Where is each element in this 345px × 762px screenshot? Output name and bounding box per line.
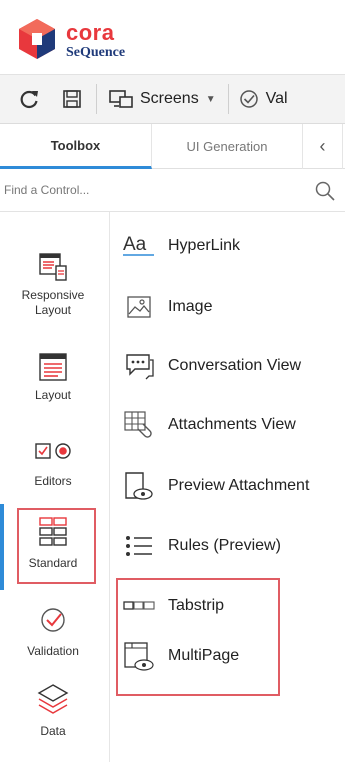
category-editors[interactable]: Editors	[0, 440, 106, 489]
category-responsive-layout[interactable]: Responsive Layout	[0, 252, 106, 318]
toolbar-divider	[227, 84, 229, 114]
control-multipage[interactable]: MultiPage	[122, 636, 345, 676]
toolbar-divider	[96, 84, 97, 114]
refresh-button[interactable]	[6, 81, 52, 117]
control-label: Conversation View	[168, 357, 302, 374]
category-rail: Responsive Layout Layout Editors Standar…	[0, 212, 110, 762]
category-label: Responsive Layout	[21, 288, 85, 317]
category-label: Layout	[34, 388, 72, 402]
data-icon	[37, 684, 69, 714]
control-list: Aa HyperLink Image Conversation View Att…	[110, 212, 345, 762]
category-label: Validation	[27, 644, 79, 658]
chevron-left-icon: ‹	[319, 136, 326, 156]
editors-icon	[35, 443, 71, 459]
multipage-icon	[122, 639, 156, 673]
chevron-down-icon: ▼	[205, 93, 216, 105]
category-label: Standard	[28, 556, 78, 570]
screens-icon	[109, 90, 133, 108]
rules-icon	[122, 529, 156, 563]
control-label: Attachments View	[168, 416, 296, 433]
search-icon[interactable]	[314, 180, 336, 202]
brand-name: cora	[66, 20, 115, 45]
screens-label: Screens	[140, 90, 199, 107]
brand-subname: SeQuence	[66, 45, 126, 60]
tabstrip-icon	[122, 589, 156, 623]
control-hyperlink[interactable]: Aa HyperLink	[122, 226, 345, 266]
layout-icon	[39, 353, 67, 381]
control-image[interactable]: Image	[122, 287, 345, 327]
validate-label: Val	[265, 90, 288, 107]
category-label: Editors	[34, 474, 72, 488]
category-label: Data	[40, 724, 66, 738]
control-label: MultiPage	[168, 647, 240, 664]
check-circle-icon	[239, 90, 258, 108]
app-header: cora SeQuence	[0, 0, 345, 74]
tab-ui-generation[interactable]: UI Generation	[152, 124, 303, 169]
category-data[interactable]: Data	[0, 682, 106, 739]
tab-ui-generation-label: UI Generation	[186, 139, 268, 154]
control-label: Preview Attachment	[168, 477, 310, 494]
control-label: Tabstrip	[168, 597, 225, 614]
control-conversation-view[interactable]: Conversation View	[122, 346, 345, 386]
conversation-view-icon	[122, 349, 156, 383]
tab-toolbox-label: Toolbox	[50, 137, 101, 153]
cora-logo-icon	[19, 19, 55, 59]
tab-scroll-left-button[interactable]: ‹	[303, 124, 343, 169]
save-button[interactable]	[52, 81, 92, 117]
image-icon	[122, 290, 156, 324]
save-icon	[63, 90, 81, 108]
responsive-layout-icon	[39, 253, 67, 281]
screens-dropdown[interactable]: Screens ▼	[101, 81, 224, 117]
control-preview-attachment[interactable]: Preview Attachment	[122, 466, 345, 506]
control-label: HyperLink	[168, 237, 241, 254]
search-input[interactable]	[0, 170, 300, 210]
control-label: Rules (Preview)	[168, 537, 281, 554]
validation-icon	[41, 608, 65, 632]
control-search	[0, 170, 345, 212]
svg-text:Aa: Aa	[123, 234, 147, 255]
preview-attachment-icon	[122, 469, 156, 503]
validate-button[interactable]: Val	[233, 81, 294, 117]
category-layout[interactable]: Layout	[0, 352, 106, 403]
standard-icon	[39, 517, 67, 546]
category-standard[interactable]: Standard	[0, 516, 106, 571]
panel-tabs: Toolbox UI Generation ‹	[0, 124, 345, 169]
refresh-icon	[20, 90, 38, 109]
tab-toolbox[interactable]: Toolbox	[0, 124, 152, 169]
category-validation[interactable]: Validation	[0, 606, 106, 659]
attachments-view-icon	[122, 408, 156, 442]
hyperlink-icon: Aa	[122, 229, 156, 263]
control-attachments-view[interactable]: Attachments View	[122, 405, 345, 445]
control-label: Image	[168, 298, 213, 315]
control-tabstrip[interactable]: Tabstrip	[122, 586, 345, 626]
main-toolbar: Screens ▼ Val	[0, 74, 345, 124]
control-rules-preview[interactable]: Rules (Preview)	[122, 526, 345, 566]
